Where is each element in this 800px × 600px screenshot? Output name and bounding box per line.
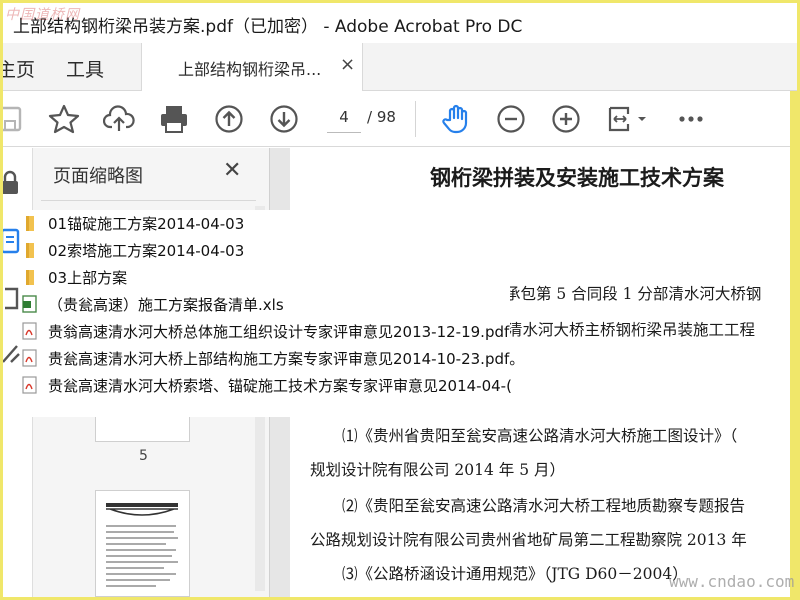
tab-document-label: 上部结构钢桁梁吊... [178,60,322,79]
tab-document[interactable]: 上部结构钢桁梁吊... × [141,43,363,91]
tab-bar: 主页 工具 上部结构钢桁梁吊... × [3,43,797,91]
document-line: 清水河大桥主桥钢桁梁吊装施工工程 [507,321,756,339]
pdf-file-icon [22,322,37,340]
document-line: 公路规划设计院有限公司贵州省地矿局第二工程勘察院 2013 年 [310,531,747,549]
file-list-item[interactable]: 贵瓮高速清水河大桥索塔、锚碇施工技术方案专家评审意见2014-04-( [20,372,512,398]
panel-close-button[interactable]: ✕ [223,158,241,183]
thumbnail-page-6[interactable] [95,490,190,597]
file-list-item[interactable]: 01锚碇施工方案2014-04-03 [20,210,244,236]
file-list-item[interactable]: 03上部方案 [20,264,127,290]
star-icon[interactable] [48,103,80,135]
folder-icon [26,270,34,285]
upload-icon[interactable] [102,103,135,135]
document-line: 承包第 5 合同段 1 分部清水河大桥钢 [505,285,762,303]
file-list-overlay: 01锚碇施工方案2014-04-03 02索塔施工方案2014-04-03 03… [20,210,524,417]
document-line: ⑴《贵州省贵阳至瓮安高速公路清水河大桥施工图设计》（ [342,427,738,445]
thumbnail-page-4[interactable] [95,414,190,442]
more-icon[interactable] [675,103,707,135]
window-title: 上部结构钢桁梁吊装方案.pdf（已加密） - Adobe Acrobat Pro… [13,17,523,37]
toolbar: 4 / 98 [3,91,797,147]
document-line: 规划设计院有限公司 2014 年 5 月） [310,461,566,479]
page-up-icon[interactable] [213,103,245,135]
pdf-file-icon [22,349,37,367]
tab-tools[interactable]: 工具 [66,55,104,82]
tab-home[interactable]: 主页 [3,55,35,82]
file-list-item[interactable]: （贵瓮高速）施工方案报备清单.xls [20,291,284,317]
lock-icon[interactable] [3,170,23,196]
watermark-bottom: www.cndao.com [669,572,795,591]
watermark-top: 中国道桥网 [5,7,80,23]
page-total: / 98 [367,108,396,126]
toolbar-divider [415,101,416,137]
document-heading: 钢桁梁拼装及安装施工技术方案 [430,166,724,190]
file-list-item[interactable]: 贵瓮高速清水河大桥上部结构施工方案专家评审意见2014-10-23.pdf。 [20,345,524,371]
folder-icon [26,243,34,258]
page-number-input[interactable]: 4 [327,103,361,133]
acrobat-window: 上部结构钢桁梁吊装方案.pdf（已加密） - Adobe Acrobat Pro… [3,3,797,597]
print-icon[interactable] [158,103,190,135]
folder-icon [26,216,34,231]
page-down-icon[interactable] [268,103,300,135]
tab-close-button[interactable]: × [340,54,355,75]
save-icon[interactable] [3,103,27,135]
panel-divider [41,200,256,201]
hand-tool-icon[interactable] [440,103,472,135]
document-line: ⑶《公路桥涵设计通用规范》（JTG D60－2004） [342,565,688,583]
thumbnail-page-number: 5 [139,448,148,464]
zoom-out-icon[interactable] [495,103,527,135]
document-line: ⑵《贵阳至瓮安高速公路清水河大桥工程地质勘察专题报告 [342,497,746,515]
title-bar: 上部结构钢桁梁吊装方案.pdf（已加密） - Adobe Acrobat Pro… [3,3,797,43]
file-list-item[interactable]: 贵翁高速清水河大桥总体施工组织设计专家评审意见2013-12-19.pdf [20,318,509,344]
right-edge [790,91,797,597]
excel-file-icon [22,295,37,313]
file-list-item[interactable]: 02索塔施工方案2014-04-03 [20,237,244,263]
pdf-file-icon [22,376,37,394]
zoom-in-icon[interactable] [550,103,582,135]
panel-title: 页面缩略图 [53,166,143,187]
fit-page-icon[interactable] [606,103,656,135]
